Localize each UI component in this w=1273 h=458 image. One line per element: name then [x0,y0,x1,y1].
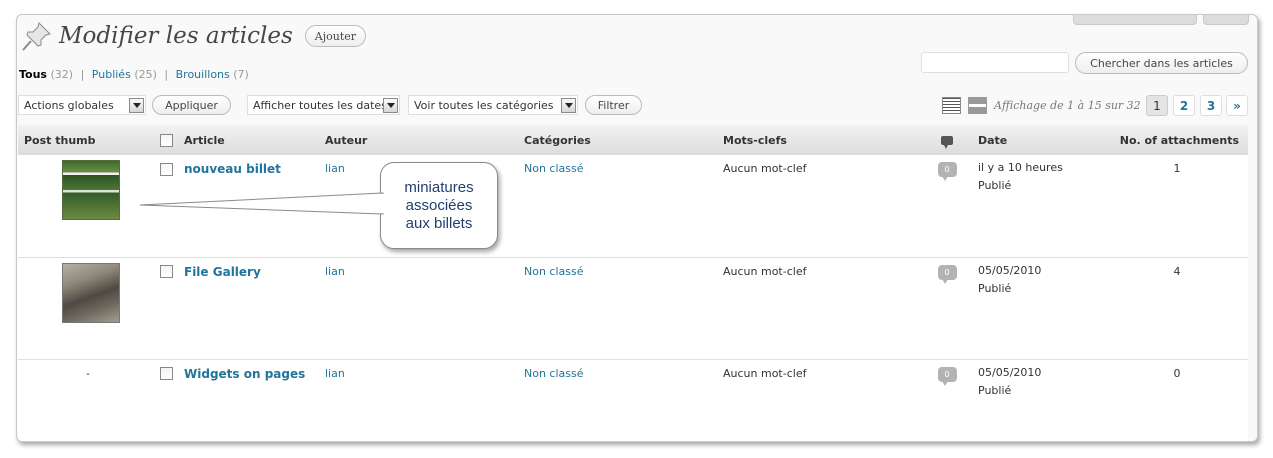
callout-pointer [139,192,385,215]
